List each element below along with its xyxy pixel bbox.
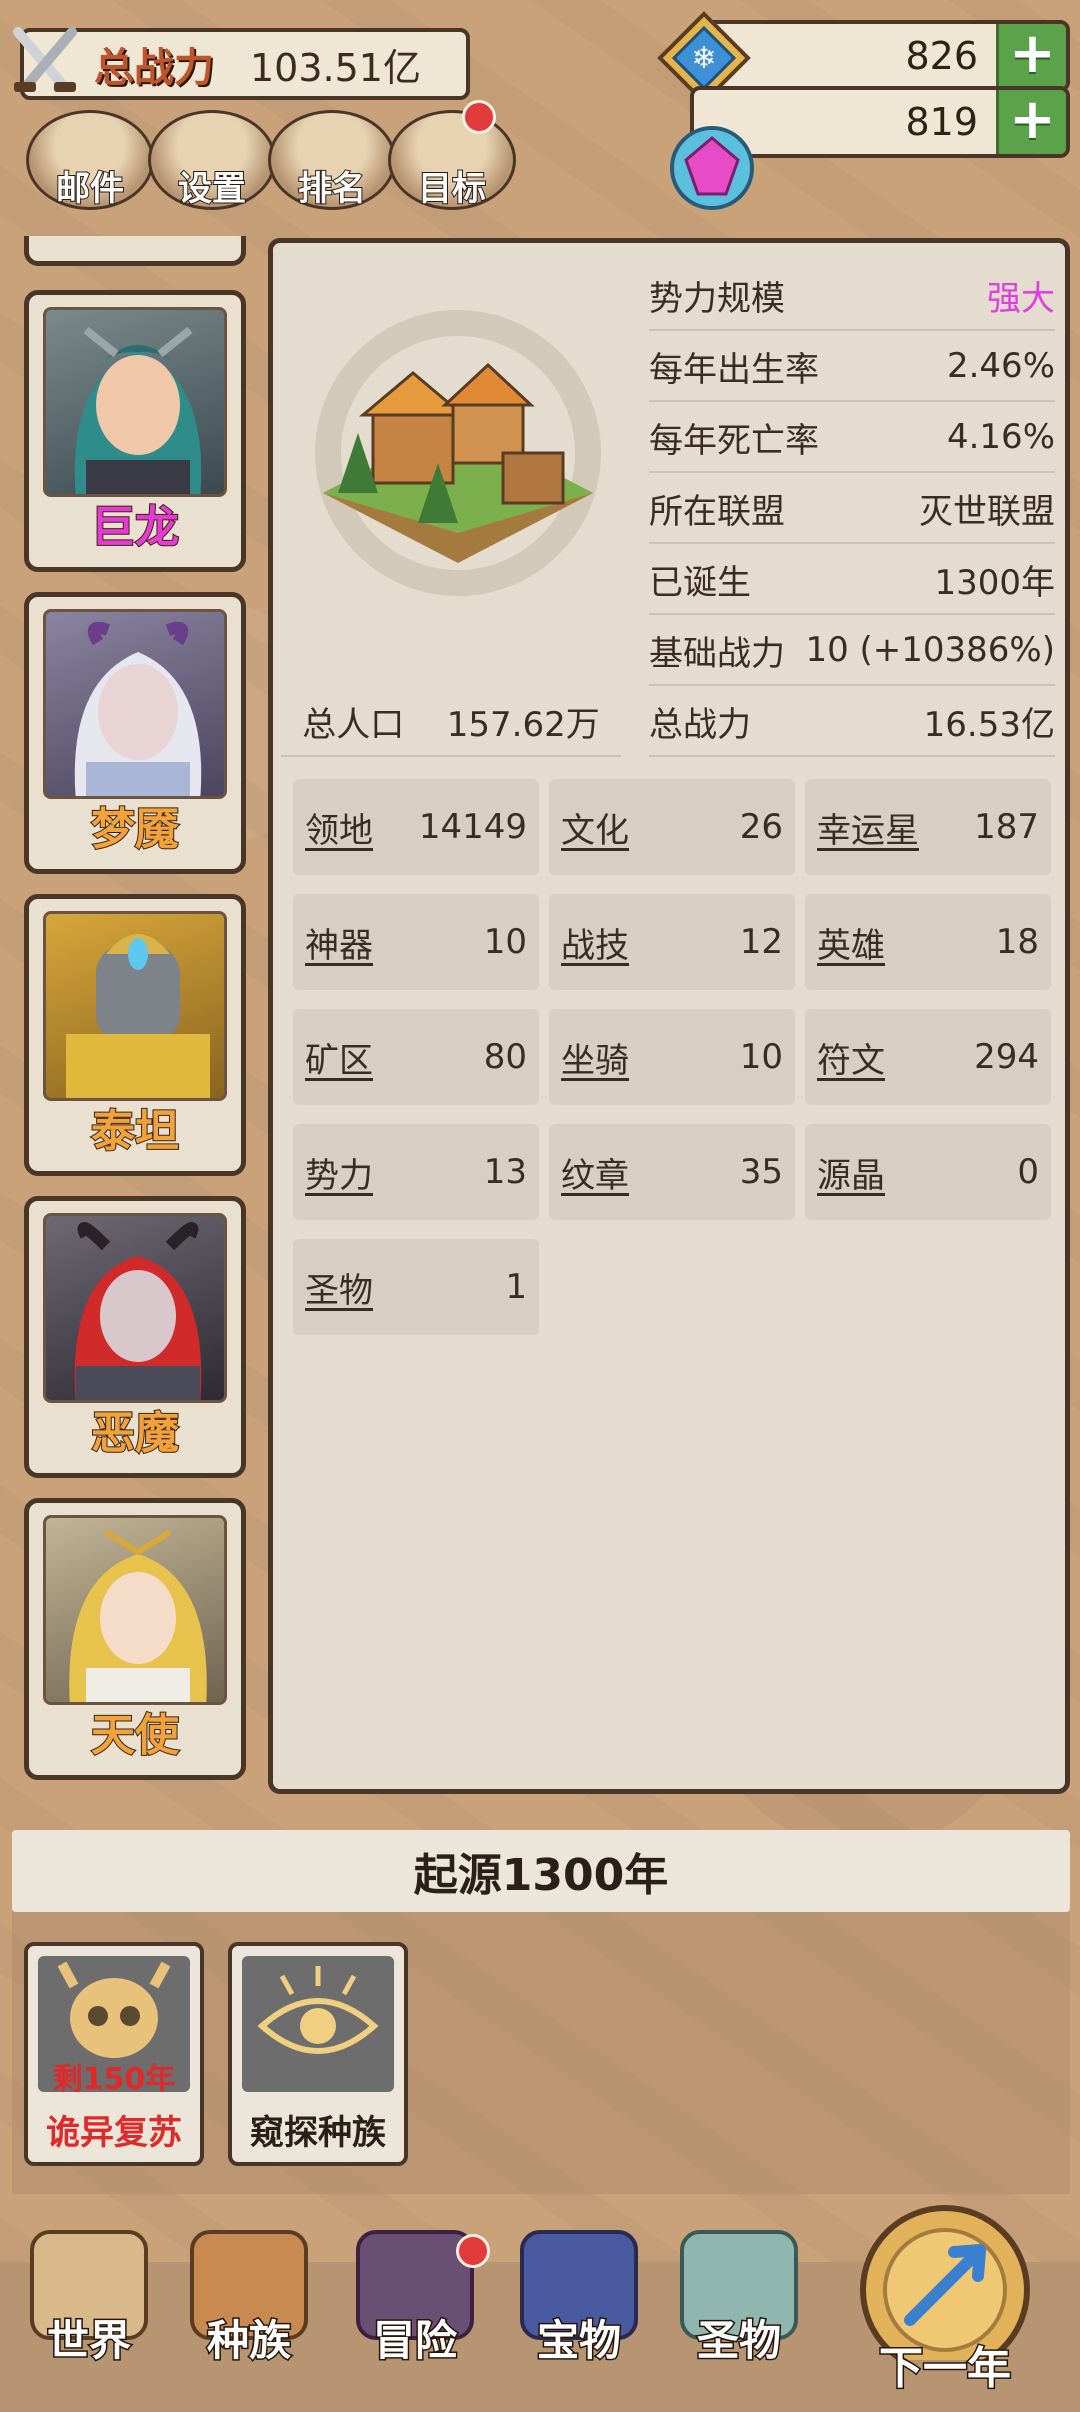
population-row: 总人口 157.62万 bbox=[281, 687, 621, 757]
settings-button[interactable]: 设置 bbox=[148, 110, 276, 210]
hero-name-demon: 恶魔 bbox=[90, 1407, 180, 1460]
titan-portrait bbox=[43, 911, 227, 1101]
total-power-value: 103.51亿 bbox=[250, 45, 421, 90]
eye-icon bbox=[242, 1956, 394, 2092]
next-year-label: 下一年 bbox=[878, 2342, 1013, 2396]
event-countdown: 剩150年 bbox=[52, 2062, 176, 2097]
nav-world-label: 世界 bbox=[45, 2315, 132, 2367]
attr-mount[interactable]: 坐骑 10 bbox=[549, 1009, 795, 1105]
stat-row-birth-rate: 每年出生率 2.46% bbox=[649, 332, 1055, 402]
add-gem-button[interactable]: + bbox=[996, 90, 1066, 154]
goals-label: 目标 bbox=[417, 168, 487, 210]
stat-value: 灭世联盟 bbox=[919, 491, 1055, 532]
hero-name-dragon: 巨龙 bbox=[90, 501, 180, 554]
attr-faction[interactable]: 势力 13 bbox=[293, 1124, 539, 1220]
attr-rune[interactable]: 符文 294 bbox=[805, 1009, 1051, 1105]
nav-relic[interactable]: 圣物 bbox=[664, 2230, 814, 2380]
stat-value: 2.46% bbox=[946, 346, 1055, 386]
origin-title-bar: 起源1300年 bbox=[12, 1830, 1070, 1912]
settlement-icon bbox=[315, 310, 601, 596]
population-value: 157.62万 bbox=[446, 704, 600, 745]
mail-label: 邮件 bbox=[55, 168, 125, 210]
pink-gem-icon bbox=[670, 126, 754, 210]
attr-relic[interactable]: 圣物 1 bbox=[293, 1239, 539, 1335]
angel-portrait bbox=[43, 1515, 227, 1705]
mail-button[interactable]: 邮件 bbox=[26, 110, 154, 210]
hero-card-demon[interactable]: 恶魔 bbox=[24, 1196, 246, 1478]
stat-row-born: 已诞生 1300年 bbox=[649, 545, 1055, 615]
svg-text:❄: ❄ bbox=[691, 41, 716, 76]
stat-row-alliance: 所在联盟 灭世联盟 bbox=[649, 474, 1055, 544]
stat-label: 每年出生率 bbox=[649, 349, 819, 390]
stat-row-death-rate: 每年死亡率 4.16% bbox=[649, 403, 1055, 473]
attr-source-crystal[interactable]: 源晶 0 bbox=[805, 1124, 1051, 1220]
stat-label: 势力规模 bbox=[649, 278, 785, 319]
attr-territory[interactable]: 领地 14149 bbox=[293, 779, 539, 875]
attr-emblem[interactable]: 纹章 35 bbox=[549, 1124, 795, 1220]
nav-treasure[interactable]: 宝物 bbox=[504, 2230, 654, 2380]
stat-value: 16.53亿 bbox=[923, 704, 1055, 745]
hero-card-partial[interactable] bbox=[24, 236, 246, 266]
hero-name-angel: 天使 bbox=[90, 1709, 180, 1762]
stat-label: 每年死亡率 bbox=[649, 420, 819, 461]
hero-card-nightmare[interactable]: 梦魇 bbox=[24, 592, 246, 874]
settings-label: 设置 bbox=[177, 168, 247, 210]
total-power-label: 总战力 bbox=[94, 45, 214, 91]
stat-value-scale: 强大 bbox=[987, 278, 1055, 319]
attr-hero[interactable]: 英雄 18 bbox=[805, 894, 1051, 990]
nav-adventure-label: 冒险 bbox=[371, 2315, 458, 2367]
attr-battle-skill[interactable]: 战技 12 bbox=[549, 894, 795, 990]
nightmare-portrait bbox=[43, 609, 227, 799]
attr-culture[interactable]: 文化 26 bbox=[549, 779, 795, 875]
add-crystal-button[interactable]: + bbox=[996, 24, 1066, 88]
event-card-spy-race[interactable]: 窥探种族 bbox=[228, 1942, 408, 2166]
stat-row-total-power: 总战力 16.53亿 bbox=[649, 687, 1055, 757]
dragon-portrait bbox=[43, 307, 227, 497]
ranking-button[interactable]: 排名 bbox=[268, 110, 396, 210]
nav-race-label: 种族 bbox=[205, 2315, 292, 2367]
stat-label: 所在联盟 bbox=[649, 491, 785, 532]
stat-label: 基础战力 bbox=[649, 633, 785, 674]
event-card-weird-revival[interactable]: 剩150年 诡异复苏 bbox=[24, 1942, 204, 2166]
hero-card-dragon[interactable]: 巨龙 bbox=[24, 290, 246, 572]
hero-name-titan: 泰坦 bbox=[90, 1105, 180, 1158]
nav-world[interactable]: 世界 bbox=[14, 2230, 164, 2380]
attr-artifact[interactable]: 神器 10 bbox=[293, 894, 539, 990]
stat-label: 总战力 bbox=[649, 704, 751, 745]
event-label-weird-revival: 诡异复苏 bbox=[46, 2113, 182, 2153]
hero-name-nightmare: 梦魇 bbox=[90, 803, 180, 856]
attr-lucky-star[interactable]: 幸运星 187 bbox=[805, 779, 1051, 875]
event-label-spy-race: 窥探种族 bbox=[250, 2113, 386, 2153]
attr-mine[interactable]: 矿区 80 bbox=[293, 1009, 539, 1105]
hero-card-angel[interactable]: 天使 bbox=[24, 1498, 246, 1780]
stat-row-scale: 势力规模 强大 bbox=[649, 261, 1055, 331]
stat-label: 已诞生 bbox=[649, 562, 751, 603]
stat-value: 1300年 bbox=[934, 562, 1055, 603]
next-year-button[interactable]: 下一年 bbox=[830, 2200, 1060, 2412]
race-info-panel: 势力规模 强大 每年出生率 2.46% 每年死亡率 4.16% 所在联盟 灭世联… bbox=[268, 238, 1070, 1794]
crystal-resource-value: 826 bbox=[905, 34, 978, 78]
goals-notification-dot bbox=[462, 100, 496, 134]
nav-relic-label: 圣物 bbox=[695, 2315, 782, 2367]
stat-value: 10 (+10386%) bbox=[805, 630, 1055, 670]
total-power-box: 总战力 103.51亿 bbox=[20, 28, 470, 100]
adventure-notification-dot bbox=[456, 2234, 490, 2268]
origin-title: 起源1300年 bbox=[413, 1850, 669, 1901]
nav-treasure-label: 宝物 bbox=[535, 2315, 622, 2367]
crossed-swords-icon bbox=[13, 27, 77, 92]
stat-value: 4.16% bbox=[946, 417, 1055, 457]
goals-button[interactable]: 目标 bbox=[388, 110, 516, 210]
population-label: 总人口 bbox=[302, 704, 405, 745]
stat-row-base-power: 基础战力 10 (+10386%) bbox=[649, 616, 1055, 686]
gem-resource-value: 819 bbox=[905, 100, 978, 144]
hero-card-titan[interactable]: 泰坦 bbox=[24, 894, 246, 1176]
ranking-label: 排名 bbox=[297, 168, 367, 210]
demon-portrait bbox=[43, 1213, 227, 1403]
nav-race[interactable]: 种族 bbox=[174, 2230, 324, 2380]
